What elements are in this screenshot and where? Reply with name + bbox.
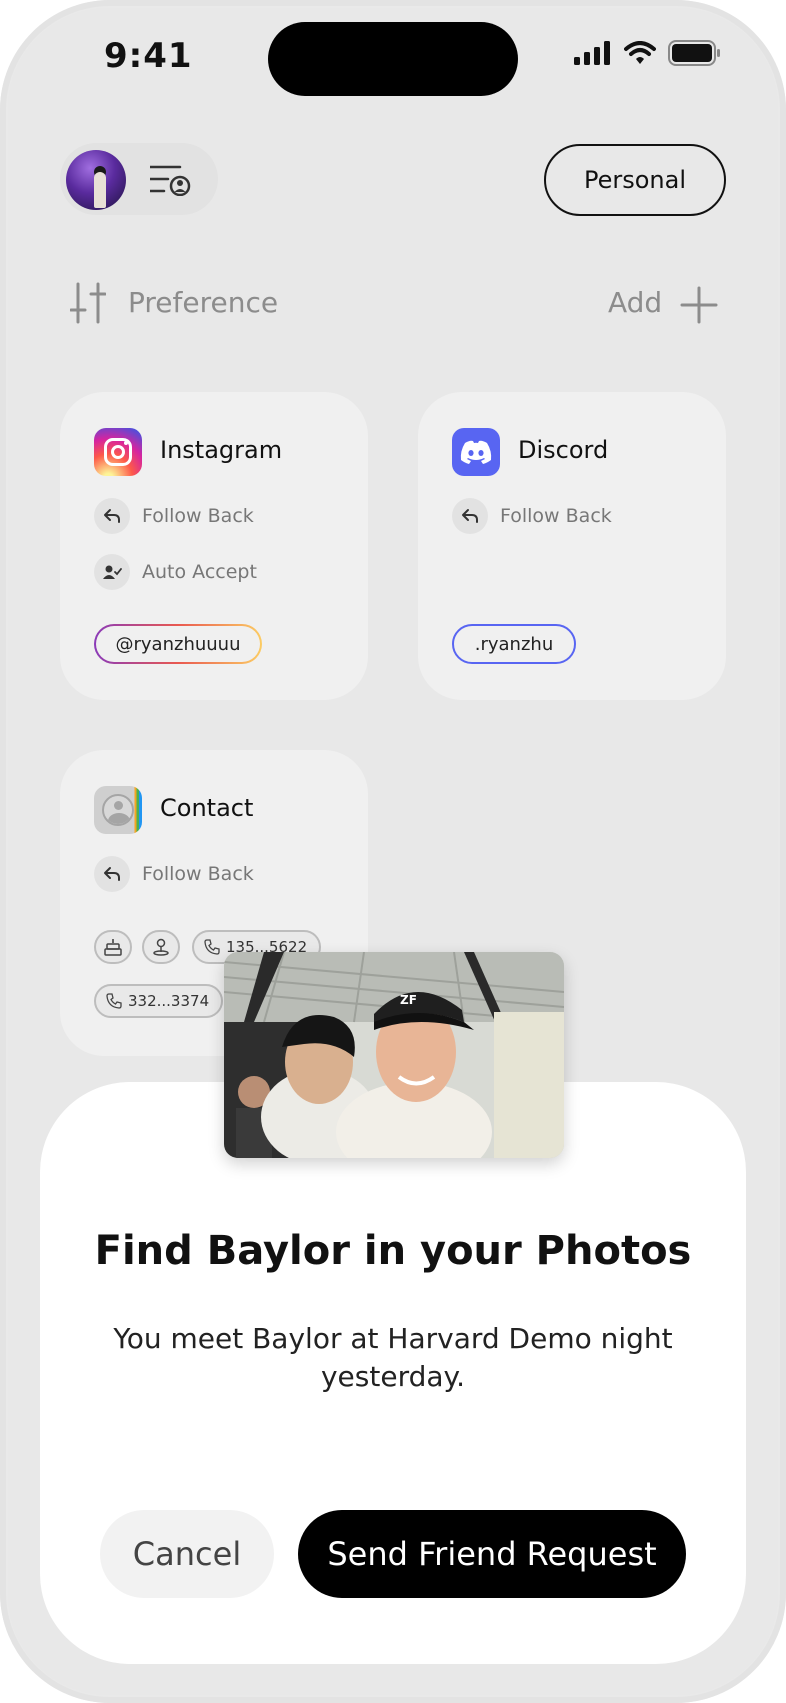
battery-icon xyxy=(668,40,720,66)
selfie-photo: ZF xyxy=(224,952,564,1158)
discord-icon xyxy=(452,428,500,476)
birthday-chip[interactable] xyxy=(94,930,132,964)
status-icons xyxy=(574,40,722,66)
option-label: Follow Back xyxy=(142,505,254,527)
contact-name: Contact xyxy=(160,794,254,822)
option-label: Follow Back xyxy=(500,505,612,527)
cake-icon xyxy=(104,939,122,956)
signal-icon xyxy=(574,41,610,65)
phone-frame: 9:41 Personal Preference Add Instagram F… xyxy=(0,0,786,1703)
phone-icon xyxy=(106,993,122,1009)
discord-card[interactable]: Discord Follow Back .ryanzhu xyxy=(418,392,726,700)
status-time: 9:41 xyxy=(104,36,193,76)
cancel-button[interactable]: Cancel xyxy=(100,1510,274,1598)
avatar[interactable] xyxy=(66,150,126,210)
svg-text:ZF: ZF xyxy=(400,993,417,1007)
instagram-handle[interactable]: @ryanzhuuuu xyxy=(94,624,262,664)
person-check-icon xyxy=(94,554,130,590)
instagram-follow-back-option[interactable]: Follow Back xyxy=(94,498,254,534)
add-label[interactable]: Add xyxy=(608,286,662,319)
reply-arrow-icon xyxy=(94,498,130,534)
bottom-sheet: Find Baylor in your Photos You meet Bayl… xyxy=(40,1082,746,1664)
sliders-icon[interactable] xyxy=(70,282,106,324)
reply-arrow-icon xyxy=(94,856,130,892)
reply-arrow-icon xyxy=(452,498,488,534)
contacts-icon xyxy=(94,786,142,834)
phone-icon xyxy=(204,939,220,955)
instagram-name: Instagram xyxy=(160,436,283,464)
option-label: Follow Back xyxy=(142,863,254,885)
instagram-card[interactable]: Instagram Follow Back Auto Accept @ryanz… xyxy=(60,392,368,700)
sheet-subtitle: You meet Baylor at Harvard Demo night ye… xyxy=(113,1322,673,1393)
phone-chip[interactable]: 332...3374 xyxy=(94,984,224,1018)
menu-person-icon[interactable] xyxy=(150,164,192,196)
plus-icon[interactable] xyxy=(680,286,718,324)
pin-icon xyxy=(153,938,169,956)
discord-handle[interactable]: .ryanzhu xyxy=(452,624,576,664)
phone-number: 332...3374 xyxy=(128,992,210,1010)
option-label: Auto Accept xyxy=(142,561,257,583)
dynamic-island xyxy=(268,22,518,96)
send-friend-request-button[interactable]: Send Friend Request xyxy=(298,1510,686,1598)
contact-follow-back-option[interactable]: Follow Back xyxy=(94,856,254,892)
preference-label[interactable]: Preference xyxy=(128,286,278,319)
discord-follow-back-option[interactable]: Follow Back xyxy=(452,498,612,534)
instagram-icon xyxy=(94,428,142,476)
location-chip[interactable] xyxy=(142,930,180,964)
personal-mode-button[interactable]: Personal xyxy=(544,144,726,216)
sheet-title: Find Baylor in your Photos xyxy=(94,1228,692,1274)
discord-name: Discord xyxy=(518,436,609,464)
wifi-icon xyxy=(624,41,656,64)
instagram-auto-accept-option[interactable]: Auto Accept xyxy=(94,554,257,590)
